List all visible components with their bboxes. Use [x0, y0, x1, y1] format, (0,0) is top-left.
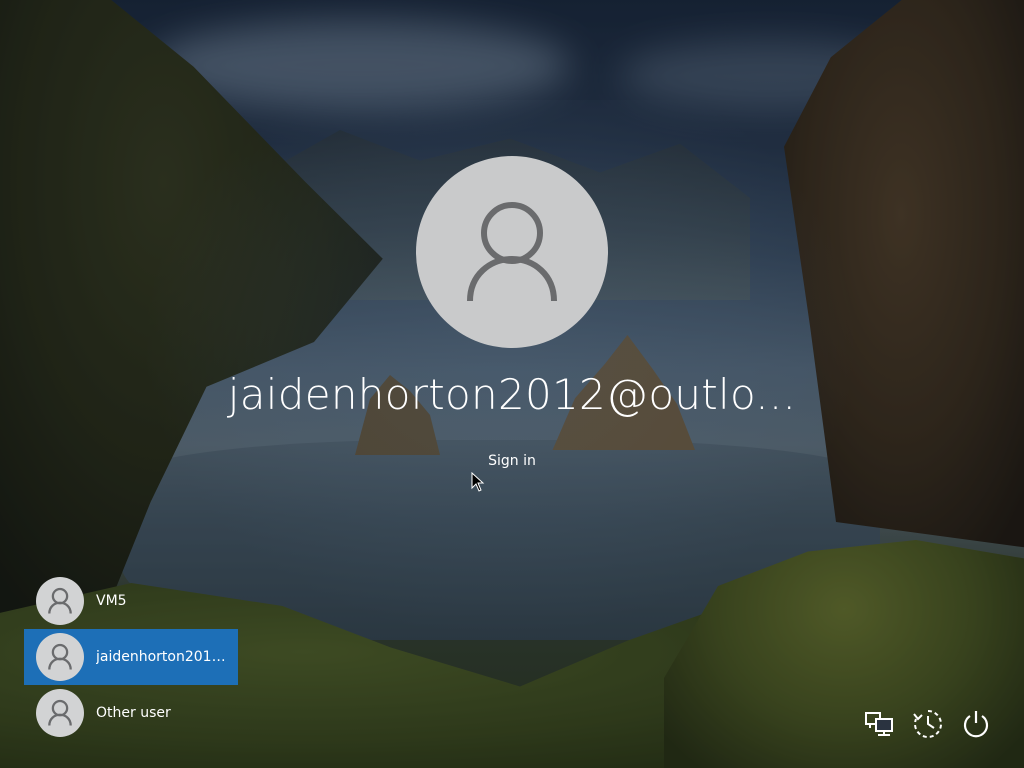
- user-item-label: jaidenhorton2012...: [96, 649, 230, 665]
- user-item-vm5[interactable]: VM5: [24, 573, 238, 629]
- user-item-other-user[interactable]: Other user: [24, 685, 238, 741]
- power-button[interactable]: [958, 706, 994, 742]
- network-icon: [865, 712, 893, 736]
- user-avatar-small: [36, 689, 84, 737]
- network-button[interactable]: [862, 706, 898, 742]
- ease-of-access-icon: [913, 710, 942, 738]
- user-item-label: Other user: [96, 705, 171, 721]
- user-avatar-large: [416, 156, 608, 348]
- user-icon: [48, 643, 72, 670]
- user-item-label: VM5: [96, 593, 127, 609]
- user-icon: [48, 587, 72, 614]
- user-item-jaidenhorton2012[interactable]: jaidenhorton2012...: [24, 629, 238, 685]
- ease-of-access-button[interactable]: [910, 706, 946, 742]
- user-display-name: jaidenhorton2012@outlo...: [227, 370, 797, 419]
- user-icon: [467, 202, 557, 302]
- power-icon: [963, 711, 989, 738]
- mouse-cursor-icon: [471, 472, 485, 492]
- sign-in-link[interactable]: Sign in: [462, 450, 562, 472]
- user-avatar-small: [36, 633, 84, 681]
- user-icon: [48, 699, 72, 726]
- user-list: VM5 jaidenhorton2012... Other user: [24, 573, 238, 741]
- user-avatar-small: [36, 577, 84, 625]
